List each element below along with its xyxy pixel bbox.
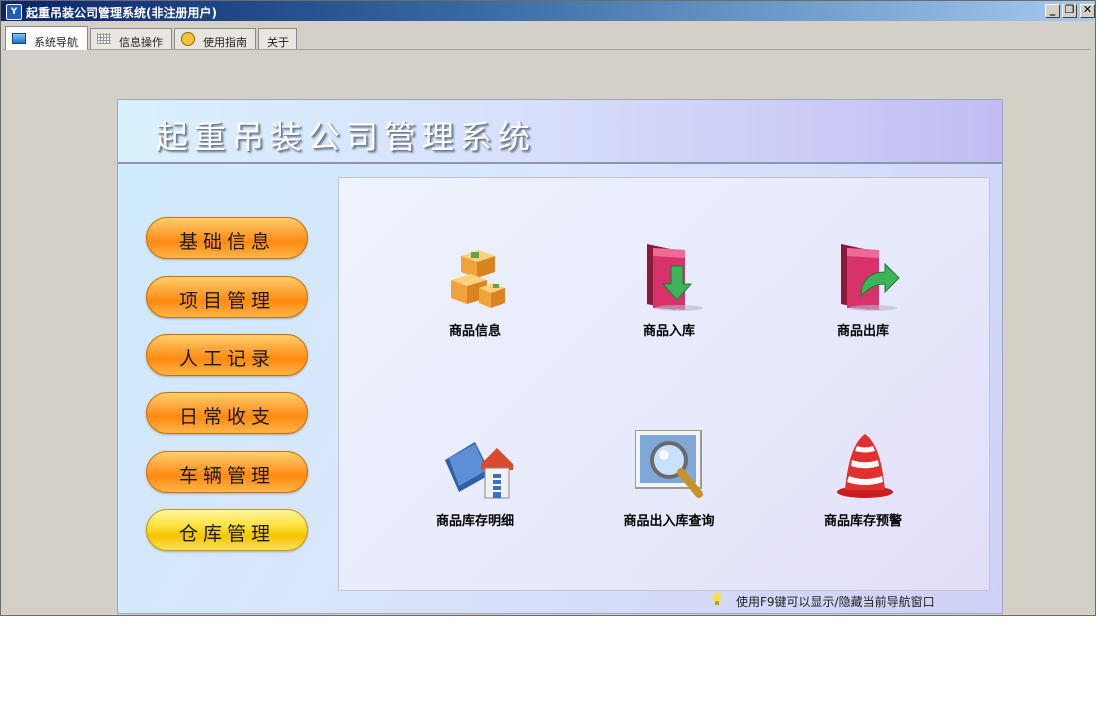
menu-button-labor-records[interactable]: 人工记录 (146, 334, 308, 376)
item-product-info[interactable]: 商品信息 (385, 240, 565, 350)
menu-button-label: 车辆管理 (178, 465, 275, 487)
alarm-bell-icon (837, 434, 893, 498)
tab-label: 系统导航 (34, 36, 78, 49)
tab-bar: 系统导航 信息操作 使用指南 关于 (1, 21, 1095, 50)
main-window: Y 起重吊装公司管理系统(非注册用户) _ ❐ ✕ 系统导航 信息操作 使用指南… (0, 0, 1096, 616)
menu-button-label: 日常收支 (178, 406, 275, 428)
banner: 起重吊装公司管理系统 (118, 100, 1002, 164)
client-area: 起重吊装公司管理系统 基础信息 项目管理 人工记录 日常收支 车辆管理 仓库管理 (3, 49, 1091, 614)
tab-label: 信息操作 (119, 36, 163, 49)
lightbulb-icon (712, 593, 722, 605)
tab-user-guide[interactable]: 使用指南 (174, 28, 256, 49)
function-area: 商品信息 商品入库 商品出库 商品库存明细 商品出入库查询 商品库存预警 (338, 177, 990, 591)
tab-info-operation[interactable]: 信息操作 (90, 28, 172, 49)
item-label: 商品库存明细 (435, 514, 514, 529)
menu-button-vehicle-management[interactable]: 车辆管理 (146, 451, 308, 493)
folder-out-icon (841, 244, 900, 311)
title-bar[interactable]: Y 起重吊装公司管理系统(非注册用户) _ ❐ ✕ (1, 1, 1095, 21)
menu-button-label: 基础信息 (178, 231, 275, 253)
navigation-panel: 起重吊装公司管理系统 基础信息 项目管理 人工记录 日常收支 车辆管理 仓库管理 (117, 99, 1003, 614)
monitor-icon (12, 33, 26, 44)
item-label: 商品出入库查询 (623, 514, 715, 529)
hint-text: 使用F9键可以显示/隐藏当前导航窗口 (736, 595, 935, 609)
folder-in-icon (647, 244, 703, 311)
item-stock-query[interactable]: 商品出入库查询 (579, 430, 759, 540)
menu-button-basic-info[interactable]: 基础信息 (146, 217, 308, 259)
close-button[interactable]: ✕ (1080, 3, 1095, 18)
menu-button-label: 人工记录 (178, 348, 275, 370)
item-inventory-details[interactable]: 商品库存明细 (385, 430, 565, 540)
item-label: 商品信息 (448, 324, 501, 339)
tab-about[interactable]: 关于 (258, 28, 297, 49)
tab-system-navigation[interactable]: 系统导航 (5, 26, 88, 50)
boxes-icon (451, 250, 505, 308)
window-title: 起重吊装公司管理系统(非注册用户) (26, 6, 217, 20)
item-label: 商品出库 (836, 324, 889, 339)
item-label: 商品入库 (642, 324, 695, 339)
minimize-button[interactable]: _ (1045, 3, 1060, 18)
app-icon: Y (6, 4, 22, 20)
warehouse-book-icon (445, 442, 513, 499)
item-stock-in[interactable]: 商品入库 (579, 240, 759, 350)
restore-button[interactable]: ❐ (1062, 3, 1077, 18)
menu-button-project-management[interactable]: 项目管理 (146, 276, 308, 318)
tab-label: 关于 (267, 36, 289, 49)
help-icon (181, 32, 195, 46)
menu-button-warehouse-management[interactable]: 仓库管理 (146, 509, 308, 551)
menu-button-label: 仓库管理 (178, 523, 275, 545)
item-label: 商品库存预警 (823, 514, 902, 529)
menu-button-label: 项目管理 (178, 290, 275, 312)
tab-label: 使用指南 (203, 36, 247, 49)
item-stock-alert[interactable]: 商品库存预警 (773, 430, 953, 540)
item-stock-out[interactable]: 商品出库 (773, 240, 953, 350)
grid-icon (97, 33, 111, 44)
banner-title: 起重吊装公司管理系统 (156, 118, 537, 156)
magnifier-icon (635, 430, 703, 498)
menu-button-daily-income-expense[interactable]: 日常收支 (146, 392, 308, 434)
